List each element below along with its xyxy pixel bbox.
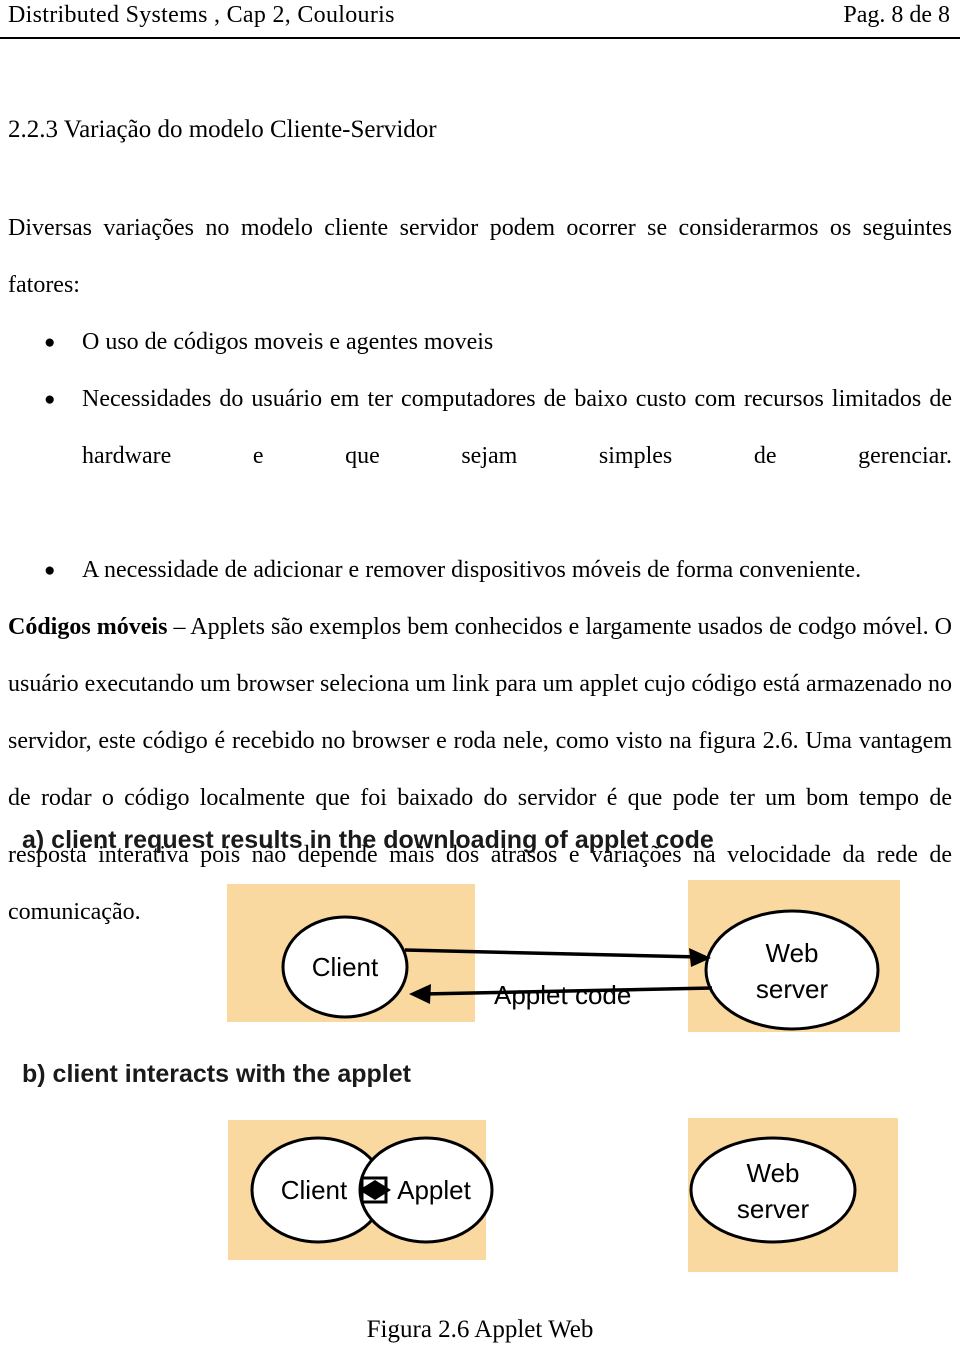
header-divider-rule xyxy=(0,37,960,39)
panel-b-applet-label: Applet xyxy=(397,1175,471,1205)
panel-b-server-label-line2: server xyxy=(737,1194,810,1224)
list-item: ● A necessidade de adicionar e remover d… xyxy=(8,542,952,599)
bullet-dot-icon: ● xyxy=(44,560,56,581)
panel-a-client-label: Client xyxy=(312,952,379,982)
header-page-number: Pag. 8 de 8 xyxy=(843,2,950,28)
panel-a-caption: a) client request results in the downloa… xyxy=(22,826,714,854)
intro-paragraph: Diversas variações no modelo cliente ser… xyxy=(8,215,952,298)
panel-b-server-ellipse xyxy=(689,1136,857,1244)
list-item: ● Necessidades do usuário em ter computa… xyxy=(8,371,952,542)
mobile-code-term: Códigos móveis xyxy=(8,614,168,640)
page-header: Distributed Systems , Cap 2, Coulouris P… xyxy=(0,0,960,40)
list-item-label: Necessidades do usuário em ter computado… xyxy=(82,386,952,469)
panel-b-caption: b) client interacts with the applet xyxy=(22,1060,411,1088)
panel-a-server-label-line2: server xyxy=(756,974,829,1004)
panel-a-server-ellipse xyxy=(704,909,880,1031)
figure-applet-web: a) client request results in the downloa… xyxy=(0,812,960,1312)
panel-a-edge-label: Applet code xyxy=(494,980,632,1010)
bullet-dot-icon: ● xyxy=(44,389,56,410)
list-item: ● O uso de códigos moveis e agentes move… xyxy=(8,314,952,371)
figure-caption: Figura 2.6 Applet Web xyxy=(366,1316,594,1343)
section-heading: 2.2.3 Variação do modelo Cliente-Servido… xyxy=(8,116,437,143)
panel-b-diagram: Client Applet Web server xyxy=(250,1136,857,1244)
header-document-title: Distributed Systems , Cap 2, Coulouris xyxy=(8,2,395,28)
panel-a-response-arrow-head xyxy=(409,984,431,1004)
panel-a-request-arrow-line xyxy=(404,948,701,959)
factors-bullet-list: ● O uso de códigos moveis e agentes move… xyxy=(8,314,952,599)
list-item-label: O uso de códigos moveis e agentes moveis xyxy=(82,329,494,355)
panel-a-diagram: Client Web server xyxy=(281,909,880,1031)
panel-a-server-label-line1: Web xyxy=(766,938,819,968)
list-item-label: A necessidade de adicionar e remover dis… xyxy=(82,557,862,583)
panel-b-server-label-line1: Web xyxy=(747,1158,800,1188)
panel-b-client-label: Client xyxy=(281,1175,348,1205)
bullet-dot-icon: ● xyxy=(44,332,56,353)
